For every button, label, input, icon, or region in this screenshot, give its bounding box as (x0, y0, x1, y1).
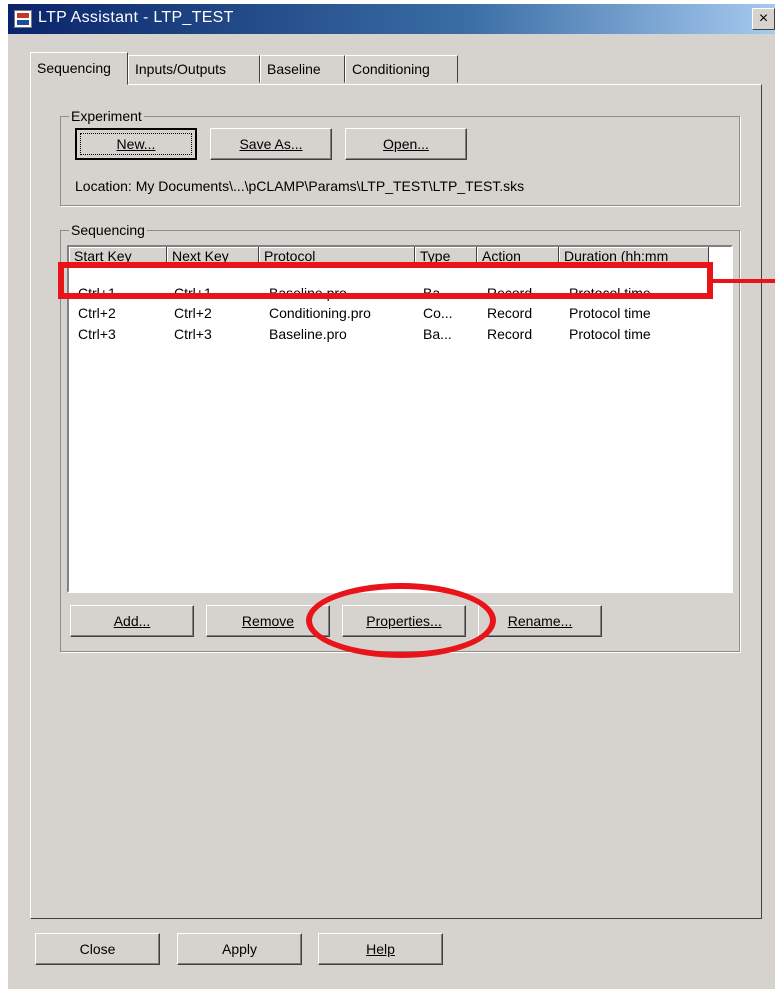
annotation-highlight-ellipse (306, 583, 496, 658)
tab-conditioning[interactable]: Conditioning (345, 55, 458, 83)
location-text: Location: My Documents\...\pCLAMP\Params… (75, 178, 525, 194)
app-icon (14, 10, 32, 28)
close-button[interactable]: Close (35, 933, 160, 965)
cell-start-key: Ctrl+2 (78, 305, 116, 321)
table-row[interactable]: Ctrl+2 Ctrl+2 Conditioning.pro Co... Rec… (69, 305, 731, 325)
cell-next-key: Ctrl+3 (174, 326, 212, 342)
cell-type: Co... (423, 305, 453, 321)
cell-duration: Protocol time (569, 326, 651, 342)
cell-protocol: Conditioning.pro (269, 305, 371, 321)
annotation-highlight-box (58, 262, 713, 299)
tab-baseline[interactable]: Baseline (260, 55, 345, 83)
rename-button[interactable]: Rename... (478, 605, 602, 637)
cell-duration: Protocol time (569, 305, 651, 321)
close-window-button[interactable]: × (752, 8, 775, 30)
open-button[interactable]: Open... (345, 128, 467, 160)
add-button[interactable]: Add... (70, 605, 194, 637)
table-row[interactable]: Ctrl+3 Ctrl+3 Baseline.pro Ba... Record … (69, 326, 731, 346)
title-bar[interactable]: LTP Assistant - LTP_TEST × (8, 4, 775, 34)
cell-next-key: Ctrl+2 (174, 305, 212, 321)
cell-protocol: Baseline.pro (269, 326, 347, 342)
sequencing-group-label: Sequencing (69, 222, 147, 238)
cell-start-key: Ctrl+3 (78, 326, 116, 342)
experiment-group-label: Experiment (69, 108, 144, 124)
window-title: LTP Assistant - LTP_TEST (38, 9, 234, 26)
tab-inputs-outputs[interactable]: Inputs/Outputs (128, 55, 260, 83)
cell-action: Record (487, 305, 533, 321)
cell-action: Record (487, 326, 533, 342)
apply-button[interactable]: Apply (177, 933, 302, 965)
save-as-button[interactable]: Save As... (210, 128, 332, 160)
annotation-pointer-line (713, 279, 775, 283)
help-button[interactable]: Help (318, 933, 443, 965)
cell-type: Ba... (423, 326, 452, 342)
tab-sequencing[interactable]: Sequencing (30, 52, 128, 85)
new-button[interactable]: New... (75, 128, 197, 160)
